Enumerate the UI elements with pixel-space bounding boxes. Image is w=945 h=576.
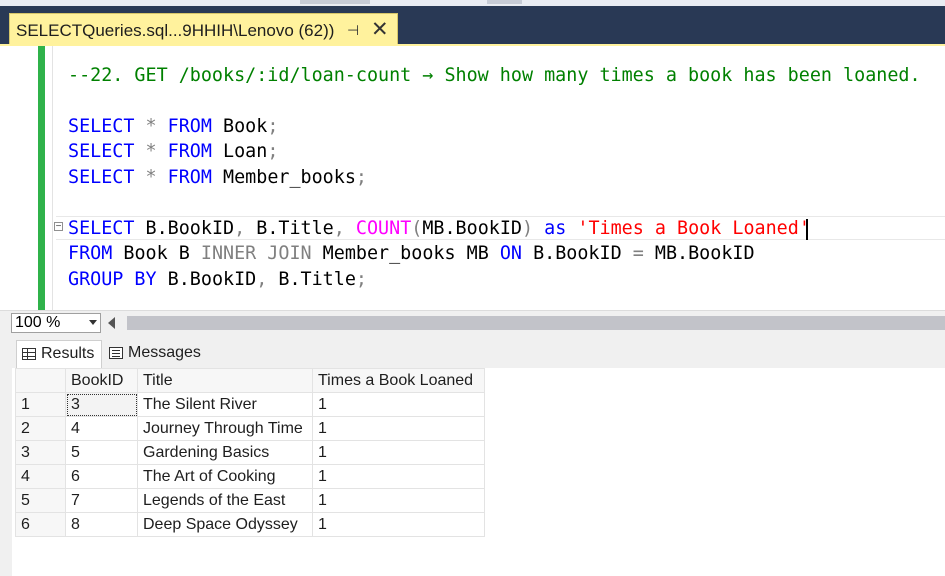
top-strip-segment: [487, 0, 522, 4]
code-line-select-loan: SELECT * FROM Loan;: [68, 141, 279, 162]
table-row: 6 8 Deep Space Odyssey 1: [15, 512, 485, 537]
zoom-value: 100 %: [15, 314, 61, 331]
row-number[interactable]: 3: [15, 440, 66, 465]
horizontal-scrollbar-thumb[interactable]: [127, 316, 945, 330]
row-number[interactable]: 6: [15, 512, 66, 537]
grid-cell[interactable]: 1: [312, 488, 485, 513]
grid-cell[interactable]: 1: [312, 464, 485, 489]
grid-icon: [22, 348, 36, 360]
grid-cell[interactable]: Journey Through Time: [137, 416, 313, 441]
row-number[interactable]: 2: [15, 416, 66, 441]
grid-header-row: BookID Title Times a Book Loaned: [15, 368, 485, 393]
close-icon[interactable]: ✕: [371, 17, 389, 42]
row-number[interactable]: 5: [15, 488, 66, 513]
messages-icon: [109, 347, 123, 359]
results-grid: BookID Title Times a Book Loaned 1 3 The…: [15, 368, 485, 537]
tab-results-label: Results: [41, 345, 95, 362]
grid-cell[interactable]: Gardening Basics: [137, 440, 313, 465]
code-line-select-book: SELECT * FROM Book;: [68, 116, 279, 137]
table-row: 5 7 Legends of the East 1: [15, 488, 485, 513]
query-editor[interactable]: − --22. GET /books/:id/loan-count → Show…: [0, 46, 945, 310]
grid-cell[interactable]: 1: [312, 512, 485, 537]
grid-cell[interactable]: 1: [312, 440, 485, 465]
grid-cell[interactable]: 7: [65, 488, 138, 513]
row-number-header[interactable]: [15, 368, 66, 393]
chevron-down-icon[interactable]: [89, 320, 97, 325]
grid-cell[interactable]: 8: [65, 512, 138, 537]
outline-margin: [52, 46, 53, 310]
title-bar: SELECTQueries.sql...9HHIH\Lenovo (62)) ⊣…: [0, 0, 945, 44]
top-strip-segment: [300, 0, 370, 4]
grid-cell[interactable]: Deep Space Odyssey: [137, 512, 313, 537]
code-line-select-member-books: SELECT * FROM Member_books;: [68, 167, 367, 188]
column-header-times-loaned[interactable]: Times a Book Loaned: [312, 368, 485, 393]
results-grid-pane: BookID Title Times a Book Loaned 1 3 The…: [0, 368, 945, 576]
tab-messages[interactable]: Messages: [104, 340, 210, 368]
scroll-left-icon[interactable]: [108, 317, 115, 329]
grid-cell[interactable]: 1: [312, 392, 485, 417]
row-number[interactable]: 1: [15, 392, 66, 417]
code-comment-line: --22. GET /books/:id/loan-count → Show h…: [68, 65, 921, 86]
column-header-bookid[interactable]: BookID: [65, 368, 138, 393]
grid-cell[interactable]: 5: [65, 440, 138, 465]
grid-cell[interactable]: 4: [65, 416, 138, 441]
text-caret: [806, 219, 808, 240]
grid-cell[interactable]: 1: [312, 416, 485, 441]
code-line-group-by: GROUP BY B.BookID, B.Title;: [68, 269, 367, 290]
editor-gutter: [0, 46, 34, 310]
zoom-dropdown[interactable]: 100 %: [11, 313, 101, 333]
row-number[interactable]: 4: [15, 464, 66, 489]
table-row: 1 3 The Silent River 1: [15, 392, 485, 417]
top-strip: [0, 0, 945, 6]
grid-cell[interactable]: The Art of Cooking: [137, 464, 313, 489]
grid-cell[interactable]: 6: [65, 464, 138, 489]
editor-status-row: 100 %: [0, 310, 945, 335]
table-row: 3 5 Gardening Basics 1: [15, 440, 485, 465]
pin-icon[interactable]: ⊣: [347, 22, 359, 39]
document-tab[interactable]: SELECTQueries.sql...9HHIH\Lenovo (62)) ⊣…: [9, 13, 398, 44]
code-line-main-select: SELECT B.BookID, B.Title, COUNT(MB.BookI…: [68, 218, 810, 239]
change-tracking-bar: [38, 46, 45, 310]
tab-results[interactable]: Results: [16, 340, 102, 368]
column-header-title[interactable]: Title: [137, 368, 313, 393]
tab-messages-label: Messages: [128, 344, 201, 361]
document-tab-title: SELECTQueries.sql...9HHIH\Lenovo (62)): [16, 21, 335, 40]
grid-cell[interactable]: 3: [65, 392, 138, 417]
table-row: 4 6 The Art of Cooking 1: [15, 464, 485, 489]
results-tab-strip: Results Messages: [0, 334, 945, 368]
collapse-toggle[interactable]: −: [54, 222, 63, 232]
grid-cell[interactable]: Legends of the East: [137, 488, 313, 513]
grid-cell[interactable]: The Silent River: [137, 392, 313, 417]
table-row: 2 4 Journey Through Time 1: [15, 416, 485, 441]
code-line-from-join: FROM Book B INNER JOIN Member_books MB O…: [68, 243, 755, 264]
